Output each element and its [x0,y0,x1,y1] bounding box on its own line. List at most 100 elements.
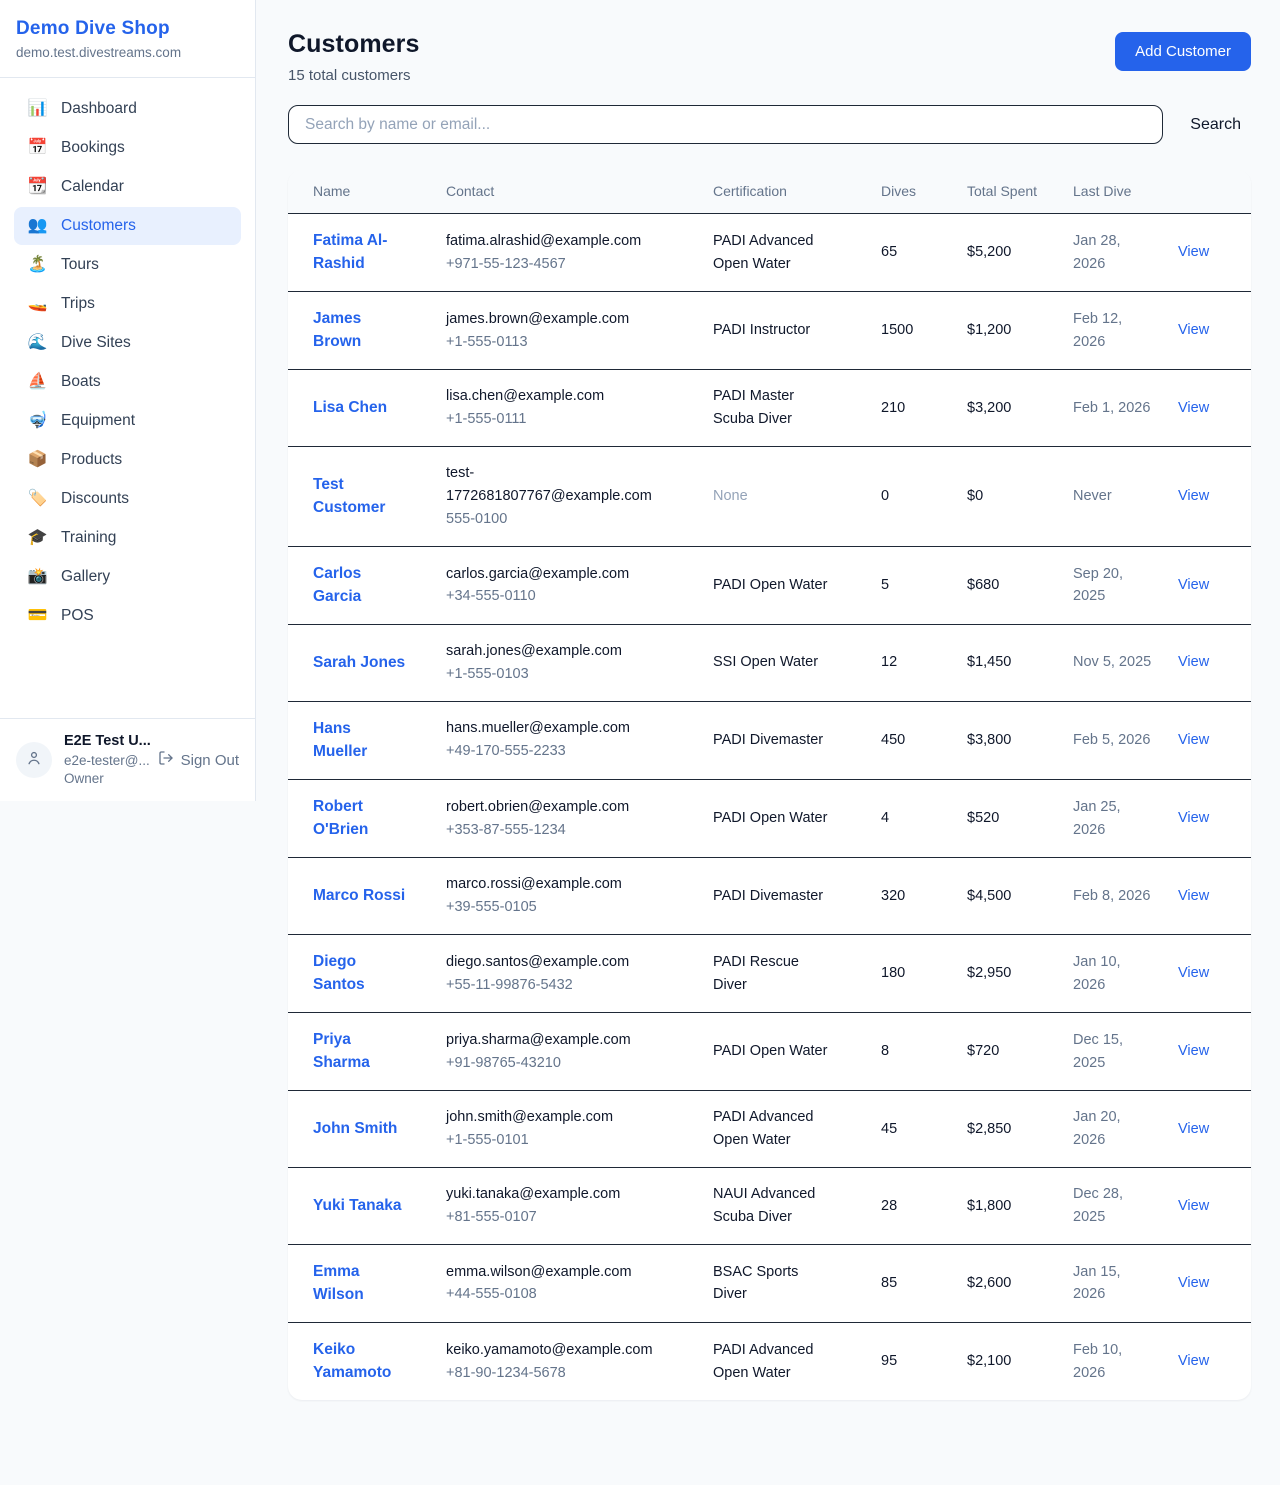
actions-cell: View [1166,214,1251,292]
certification-cell: PADI Divemaster [701,701,869,779]
dives-count: 12 [869,625,955,702]
view-link[interactable]: View [1178,1275,1209,1291]
contact-cell: robert.obrien@example.com +353-87-555-12… [434,779,701,857]
view-link[interactable]: View [1178,244,1209,260]
customer-count: 15 total customers [288,67,420,84]
customers-table-card: Name Contact Certification Dives Total S… [288,170,1251,1400]
view-link[interactable]: View [1178,965,1209,981]
sidebar-item-label: Dashboard [61,100,137,118]
sign-out-button[interactable]: Sign Out [158,750,239,770]
customer-table-row: Diego Santos diego.santos@example.com +5… [288,934,1251,1012]
customer-phone: +49-170-555-2233 [446,740,689,763]
sidebar-item-label: Boats [61,373,101,391]
speedboat-icon: 🚤 [27,296,48,312]
sidebar-item-tours[interactable]: 🏝️ Tours [14,246,241,284]
sidebar-item-customers[interactable]: 👥 Customers [14,207,241,245]
certification-text: PADI Open Water [713,574,827,597]
add-customer-button[interactable]: Add Customer [1115,32,1251,71]
sidebar-item-pos[interactable]: 💳 POS [14,597,241,635]
view-link[interactable]: View [1178,654,1209,670]
view-link[interactable]: View [1178,1043,1209,1059]
customer-name-link[interactable]: Marco Rossi [313,884,405,907]
actions-cell: View [1166,934,1251,1012]
sidebar-item-bookings[interactable]: 📅 Bookings [14,129,241,167]
certification-cell: PADI Open Water [701,1013,869,1091]
actions-cell: View [1166,1013,1251,1091]
sidebar: Demo Dive Shop demo.test.divestreams.com… [0,0,256,801]
certification-cell: PADI Rescue Diver [701,934,869,1012]
sidebar-item-trips[interactable]: 🚤 Trips [14,285,241,323]
sidebar-item-gallery[interactable]: 📸 Gallery [14,558,241,596]
certification-cell: SSI Open Water [701,625,869,702]
dives-count: 5 [869,546,955,624]
certification-cell: PADI Advanced Open Water [701,1323,869,1401]
customer-name-link[interactable]: Test Customer [313,473,406,520]
view-link[interactable]: View [1178,1198,1209,1214]
view-link[interactable]: View [1178,1121,1209,1137]
customer-email: hans.mueller@example.com [446,717,664,740]
sidebar-item-dive-sites[interactable]: 🌊 Dive Sites [14,324,241,362]
customer-name-link[interactable]: Sarah Jones [313,651,405,674]
page: Demo Dive Shop demo.test.divestreams.com… [0,0,1280,1485]
sidebar-item-label: Gallery [61,568,110,586]
contact-cell: yuki.tanaka@example.com +81-555-0107 [434,1168,701,1245]
customer-table-row: Marco Rossi marco.rossi@example.com +39-… [288,858,1251,935]
name-cell: Robert O'Brien [288,779,434,857]
customer-email: sarah.jones@example.com [446,640,664,663]
sidebar-item-discounts[interactable]: 🏷️ Discounts [14,480,241,518]
last-dive: Feb 12, 2026 [1061,292,1166,370]
name-cell: Yuki Tanaka [288,1168,434,1245]
customer-name-link[interactable]: Hans Mueller [313,717,406,764]
sidebar-item-equipment[interactable]: 🤿 Equipment [14,402,241,440]
view-link[interactable]: View [1178,888,1209,904]
customer-name-link[interactable]: Robert O'Brien [313,795,406,842]
contact-cell: emma.wilson@example.com +44-555-0108 [434,1244,701,1322]
table-header-row: Name Contact Certification Dives Total S… [288,170,1251,214]
sidebar-item-boats[interactable]: ⛵ Boats [14,363,241,401]
customer-email: john.smith@example.com [446,1106,664,1129]
customer-name-link[interactable]: Diego Santos [313,950,406,997]
view-link[interactable]: View [1178,732,1209,748]
sign-out-label: Sign Out [181,752,239,769]
sidebar-item-label: Trips [61,295,95,313]
name-cell: James Brown [288,292,434,370]
customer-email: marco.rossi@example.com [446,873,664,896]
customer-name-link[interactable]: Priya Sharma [313,1028,406,1075]
customer-name-link[interactable]: Emma Wilson [313,1260,406,1307]
view-link[interactable]: View [1178,488,1209,504]
certification-text: PADI Rescue Diver [713,951,831,997]
package-icon: 📦 [27,452,48,468]
total-spent: $2,600 [955,1244,1061,1322]
customer-table-row: Test Customer test-1772681807767@example… [288,447,1251,547]
contact-cell: test-1772681807767@example.com 555-0100 [434,447,701,547]
customer-name-link[interactable]: John Smith [313,1117,397,1140]
search-input[interactable] [288,105,1163,144]
sidebar-item-products[interactable]: 📦 Products [14,441,241,479]
last-dive: Feb 8, 2026 [1061,858,1166,935]
bar-chart-icon: 📊 [27,101,48,117]
view-link[interactable]: View [1178,1353,1209,1369]
customer-name-link[interactable]: James Brown [313,307,406,354]
certification-cell: PADI Open Water [701,779,869,857]
last-dive: Jan 25, 2026 [1061,779,1166,857]
actions-cell: View [1166,447,1251,547]
customer-name-link[interactable]: Lisa Chen [313,396,387,419]
sidebar-item-training[interactable]: 🎓 Training [14,519,241,557]
customer-name-link[interactable]: Carlos Garcia [313,562,406,609]
sidebar-item-dashboard[interactable]: 📊 Dashboard [14,90,241,128]
customer-name-link[interactable]: Fatima Al-Rashid [313,229,406,276]
table-header: Name Contact Certification Dives Total S… [288,170,1251,214]
customer-name-link[interactable]: Yuki Tanaka [313,1194,401,1217]
view-link[interactable]: View [1178,577,1209,593]
name-cell: Keiko Yamamoto [288,1323,434,1401]
view-link[interactable]: View [1178,322,1209,338]
search-button[interactable]: Search [1190,116,1241,134]
actions-cell: View [1166,1323,1251,1401]
customer-name-link[interactable]: Keiko Yamamoto [313,1338,406,1385]
sidebar-item-calendar[interactable]: 📆 Calendar [14,168,241,206]
last-dive: Jan 20, 2026 [1061,1091,1166,1168]
view-link[interactable]: View [1178,400,1209,416]
view-link[interactable]: View [1178,810,1209,826]
certification-text: PADI Instructor [713,319,810,342]
last-dive: Feb 5, 2026 [1061,701,1166,779]
